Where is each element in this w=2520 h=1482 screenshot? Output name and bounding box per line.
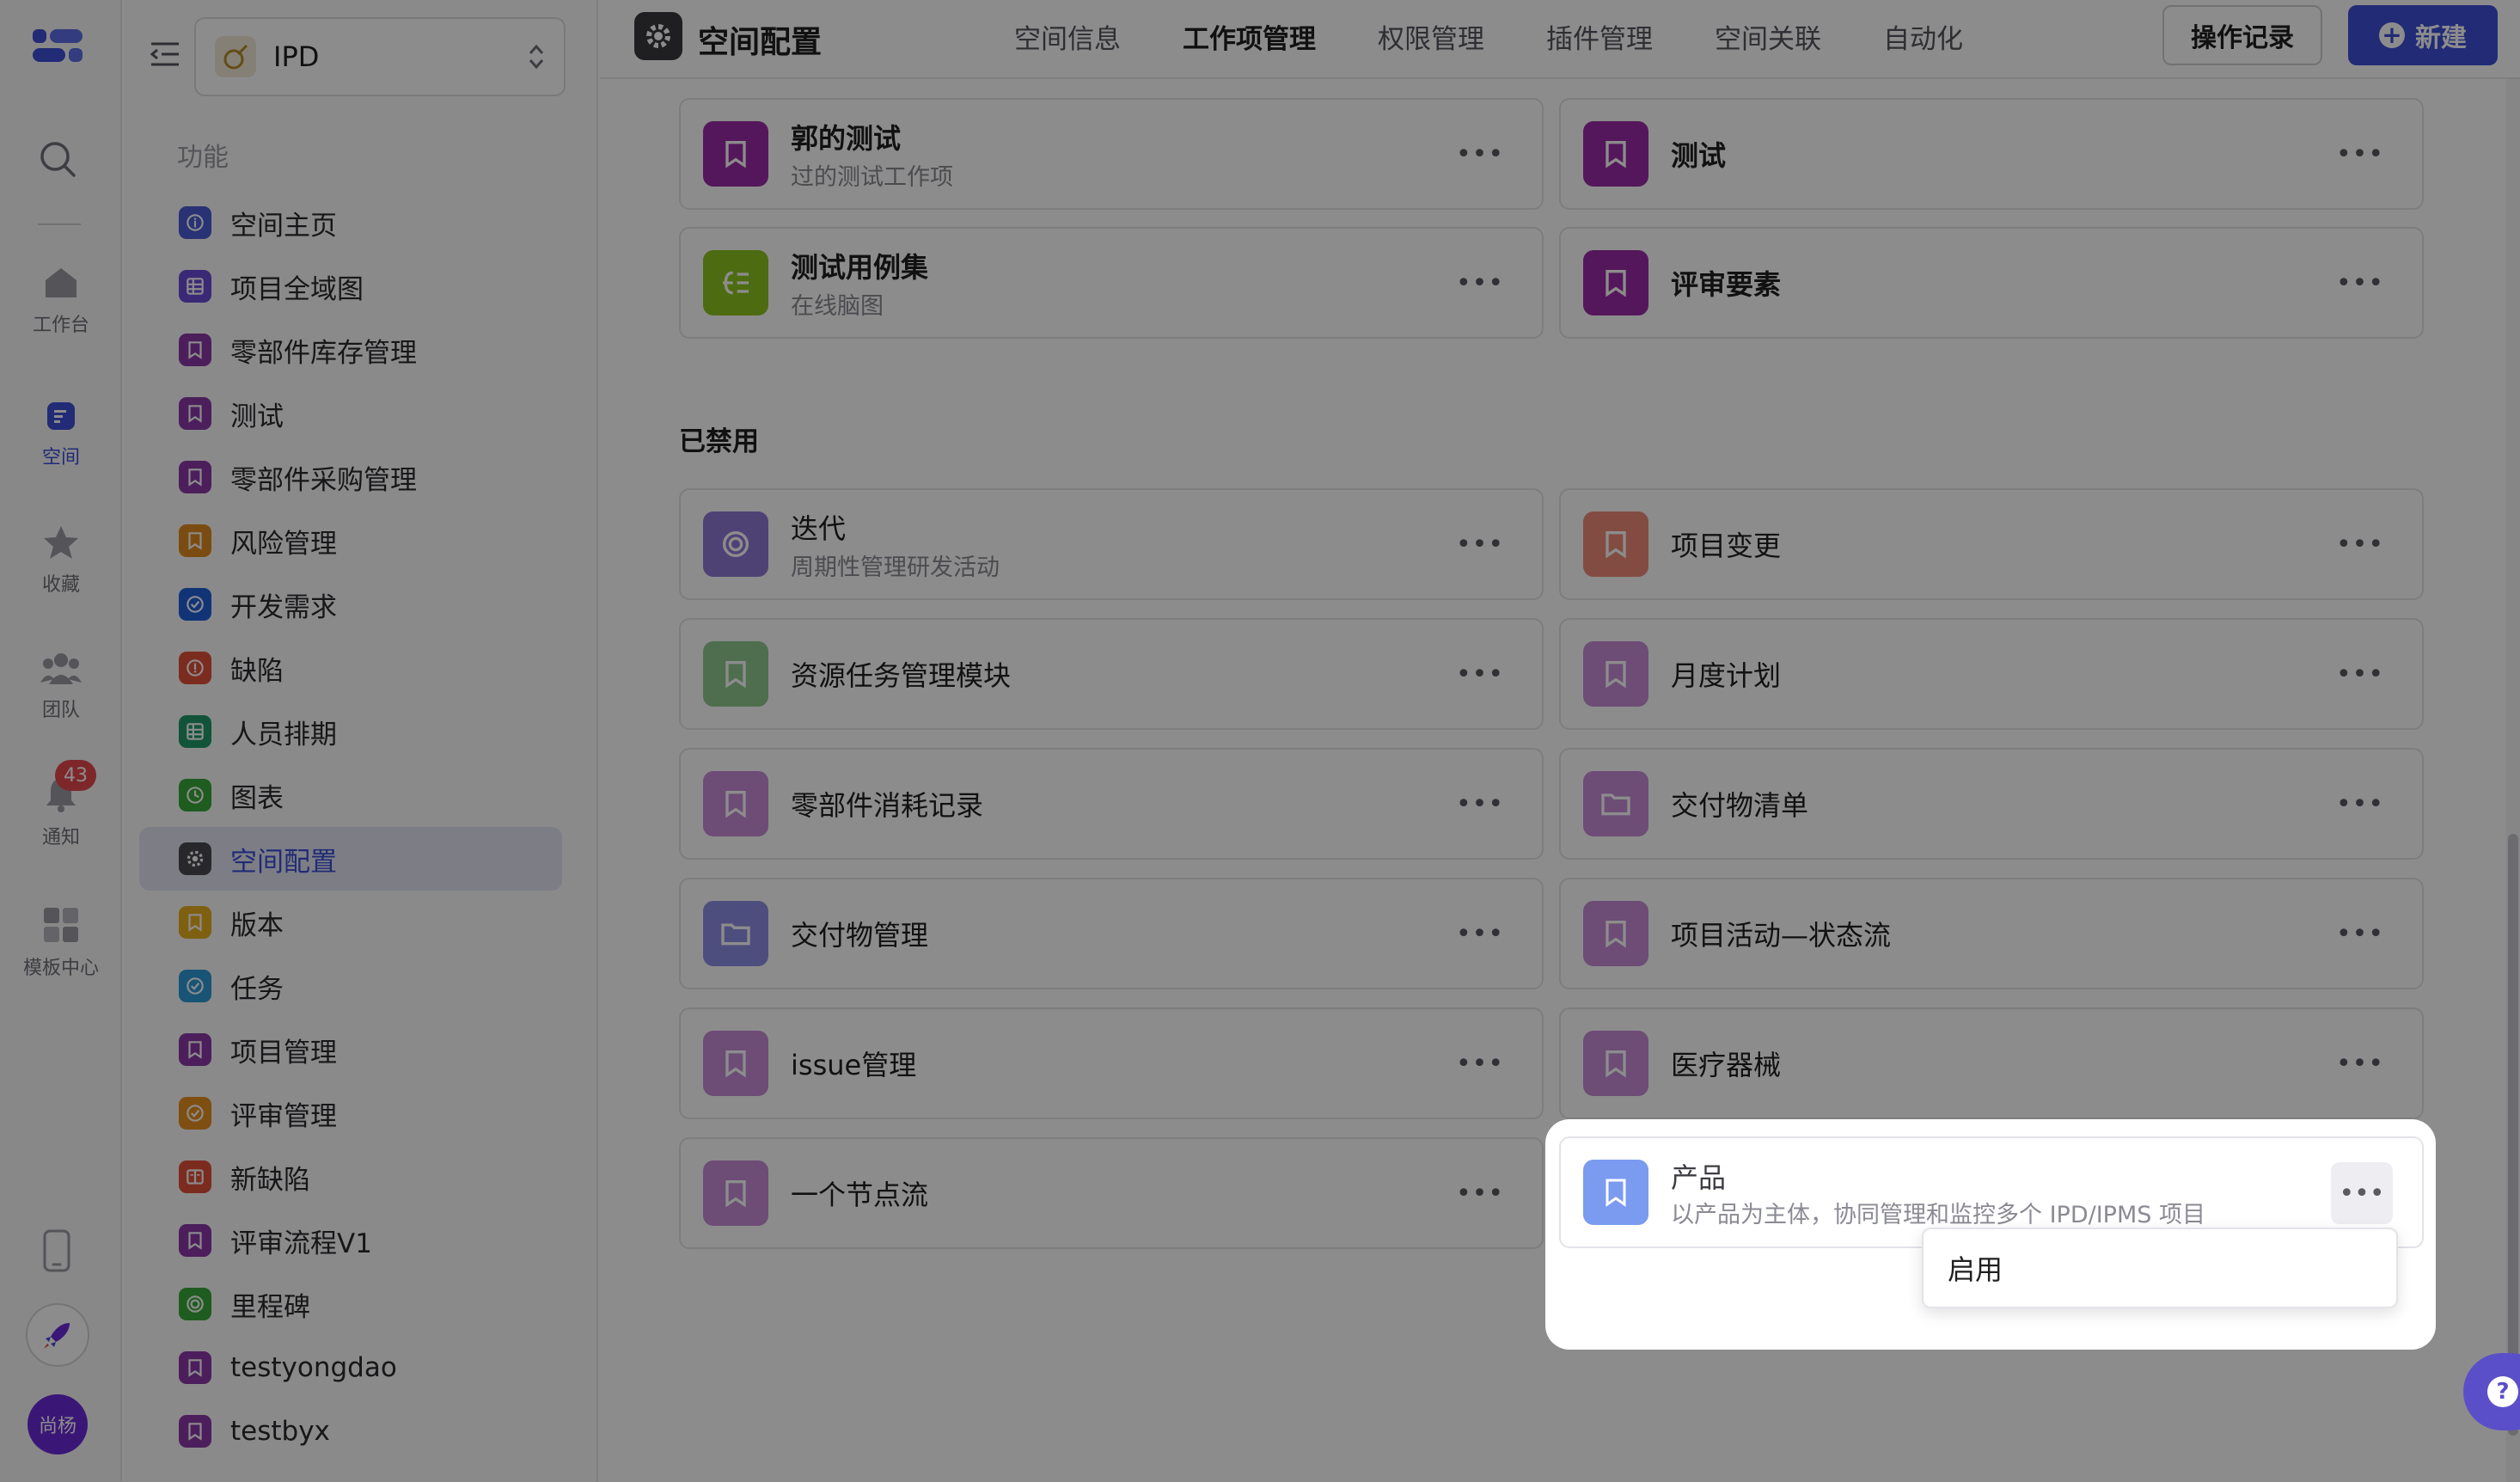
more-options-button[interactable]: ••• — [2331, 1162, 2393, 1224]
card-title: 产品 — [1671, 1160, 1727, 1194]
dropdown-menu: 启用 — [1922, 1228, 2398, 1308]
help-icon: ? — [2487, 1376, 2518, 1407]
bookmark-icon — [1583, 1160, 1648, 1225]
menu-item-enable[interactable]: 启用 — [1948, 1248, 2003, 1288]
card-subtitle: 以产品为主体，协同管理和监控多个 IPD/IPMS 项目 — [1671, 1201, 2205, 1228]
